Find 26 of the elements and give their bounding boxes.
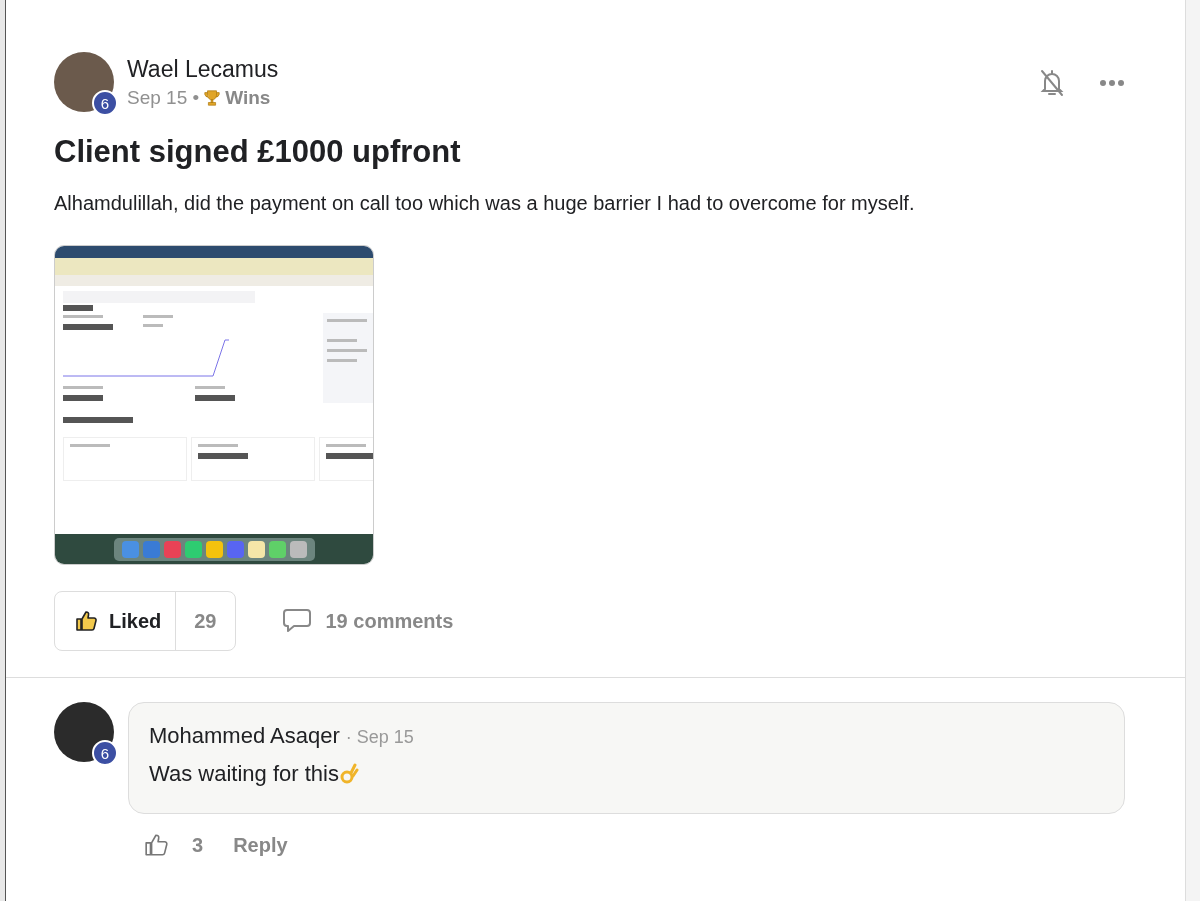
more-icon[interactable]	[1099, 79, 1125, 87]
comment-date: · Sep 15	[345, 727, 414, 748]
comment-like-button[interactable]: 3	[144, 832, 204, 858]
thumbs-up-icon	[144, 832, 170, 858]
author-name[interactable]: Wael Lecamus	[127, 56, 279, 83]
post-body: Alhamdulillah, did the payment on call too which was a huge barrier I had to overcome for myself.	[54, 192, 916, 215]
comment-icon	[281, 608, 312, 634]
category-link[interactable]: Wins	[225, 87, 271, 109]
bell-off-icon[interactable]	[1039, 68, 1065, 98]
avatar[interactable]	[54, 52, 114, 112]
comment-text: Was waiting for this	[149, 761, 339, 787]
avatar[interactable]	[54, 702, 114, 762]
trophy-icon	[203, 89, 222, 107]
reply-button[interactable]: Reply	[233, 833, 288, 857]
like-button[interactable]: Liked	[55, 592, 177, 650]
post-title: Client signed £1000 upfront	[54, 134, 462, 170]
post-date: Sep 15 •	[127, 87, 200, 109]
like-count[interactable]: 29	[176, 592, 235, 650]
level-badge: 6	[92, 90, 118, 116]
level-badge: 6	[92, 740, 118, 766]
screenshot-thumbnail[interactable]	[54, 245, 374, 565]
scrollbar[interactable]	[1185, 0, 1200, 901]
comments-button[interactable]: 19 comments	[275, 607, 460, 635]
ok-hand-icon	[338, 763, 359, 785]
thumbs-up-icon	[75, 609, 99, 633]
comment-author[interactable]: Mohammed Asaqer	[149, 723, 340, 749]
